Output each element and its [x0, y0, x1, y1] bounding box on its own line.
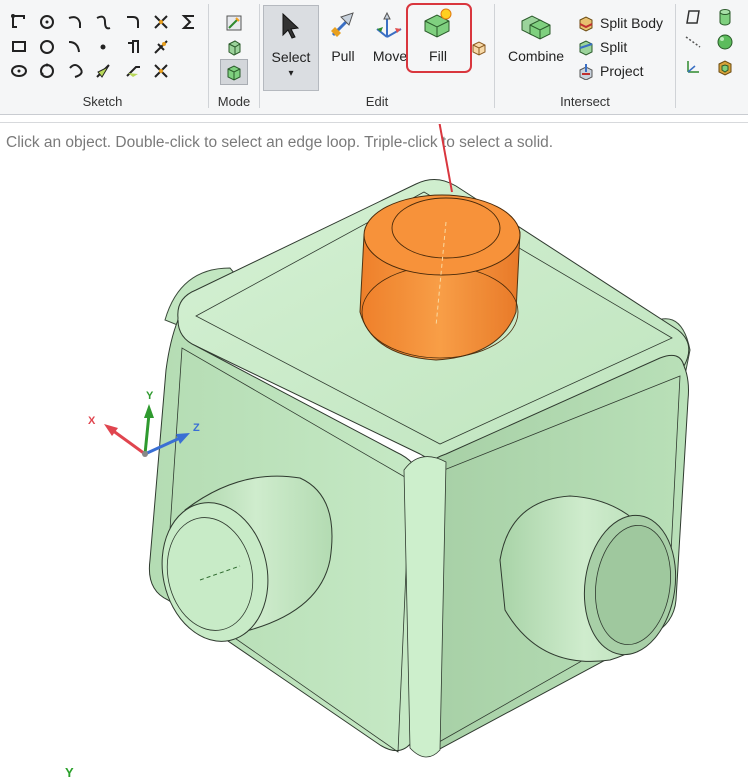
split-body-label: Split Body — [600, 15, 664, 31]
move-button[interactable]: Move — [369, 5, 411, 89]
pull-label: Pull — [331, 48, 355, 64]
3d-mode-button[interactable] — [220, 59, 248, 85]
shell-icon[interactable] — [716, 58, 734, 76]
line-tool-icon[interactable] — [10, 13, 28, 31]
split-button[interactable]: Split — [577, 37, 667, 57]
arc-tool-icon[interactable] — [66, 13, 84, 31]
three-point-circle-icon[interactable] — [38, 62, 56, 80]
group-separator — [208, 4, 209, 108]
toolbar-divider — [0, 122, 748, 123]
bend-tool-icon[interactable] — [94, 62, 112, 80]
group-separator — [259, 4, 260, 108]
group-separator — [675, 4, 676, 108]
intersect-group-label: Intersect — [560, 94, 610, 109]
replace-face-icon[interactable] — [470, 38, 488, 56]
point-tool-icon[interactable] — [94, 38, 112, 56]
move-icon — [376, 11, 402, 38]
selected-top-boss[interactable] — [359, 194, 521, 361]
y-axis-label: Y — [146, 390, 154, 402]
split-body-icon — [579, 16, 593, 32]
solid-mode-icon — [227, 65, 241, 81]
fill-button-highlight — [406, 3, 472, 73]
pull-icon — [331, 12, 354, 37]
cube-model[interactable] — [148, 179, 691, 758]
split-line-icon[interactable] — [152, 62, 170, 80]
tangent-arc-icon[interactable] — [66, 38, 84, 56]
spline-tool-icon[interactable] — [94, 13, 112, 31]
rectangle-tool-icon[interactable] — [10, 38, 28, 56]
extend-tool-icon[interactable] — [152, 38, 170, 56]
ellipse-tool-icon[interactable] — [38, 38, 56, 56]
project-label: Project — [600, 63, 644, 79]
chevron-down-icon[interactable]: ▾ — [264, 68, 318, 79]
ribbon: Sketch Mode Select ▾ Pull Move Fill Edit… — [0, 0, 748, 114]
split-icon — [579, 40, 593, 56]
trim-tool-icon[interactable] — [152, 13, 170, 31]
sphere-icon[interactable] — [716, 33, 734, 51]
group-separator — [494, 4, 495, 108]
plane-icon[interactable] — [684, 8, 702, 26]
split-label: Split — [600, 39, 628, 55]
axis-icon[interactable] — [684, 33, 702, 51]
project-sketch-icon[interactable] — [124, 62, 142, 80]
fillet-tool-icon[interactable] — [124, 13, 142, 31]
combine-button[interactable]: Combine — [502, 5, 570, 89]
sum-tool-icon[interactable] — [180, 13, 198, 31]
ribbon-divider — [0, 114, 748, 115]
sketch-group-label: Sketch — [82, 94, 123, 109]
offset-tool-icon[interactable] — [124, 38, 142, 56]
x-axis-label: X — [88, 415, 96, 427]
project-button[interactable]: Project — [577, 61, 667, 81]
3d-viewport[interactable]: X Y Z — [0, 124, 748, 784]
split-body-button[interactable]: Split Body — [577, 13, 667, 33]
pointer-icon — [282, 12, 300, 39]
view-axis-label: Y — [65, 765, 74, 780]
z-axis-label: Z — [193, 422, 200, 434]
sweep-arc-icon[interactable] — [66, 62, 84, 80]
front-edge-fillet[interactable] — [403, 456, 447, 758]
combine-label: Combine — [507, 48, 565, 64]
circle-tool-icon[interactable] — [38, 13, 56, 31]
select-label: Select — [271, 49, 311, 65]
combine-icon — [521, 15, 551, 40]
pull-button[interactable]: Pull — [322, 5, 364, 89]
origin-icon[interactable] — [684, 58, 702, 76]
section-mode-icon[interactable] — [225, 38, 243, 56]
project-icon — [579, 64, 593, 80]
move-label: Move — [372, 48, 408, 64]
select-button[interactable]: Select ▾ — [263, 5, 319, 91]
mode-group-label: Mode — [217, 94, 251, 109]
sketch-mode-icon[interactable] — [225, 14, 243, 32]
polygon-tool-icon[interactable] — [10, 62, 28, 80]
cylinder-icon[interactable] — [716, 8, 734, 26]
edit-group-label: Edit — [365, 94, 389, 109]
